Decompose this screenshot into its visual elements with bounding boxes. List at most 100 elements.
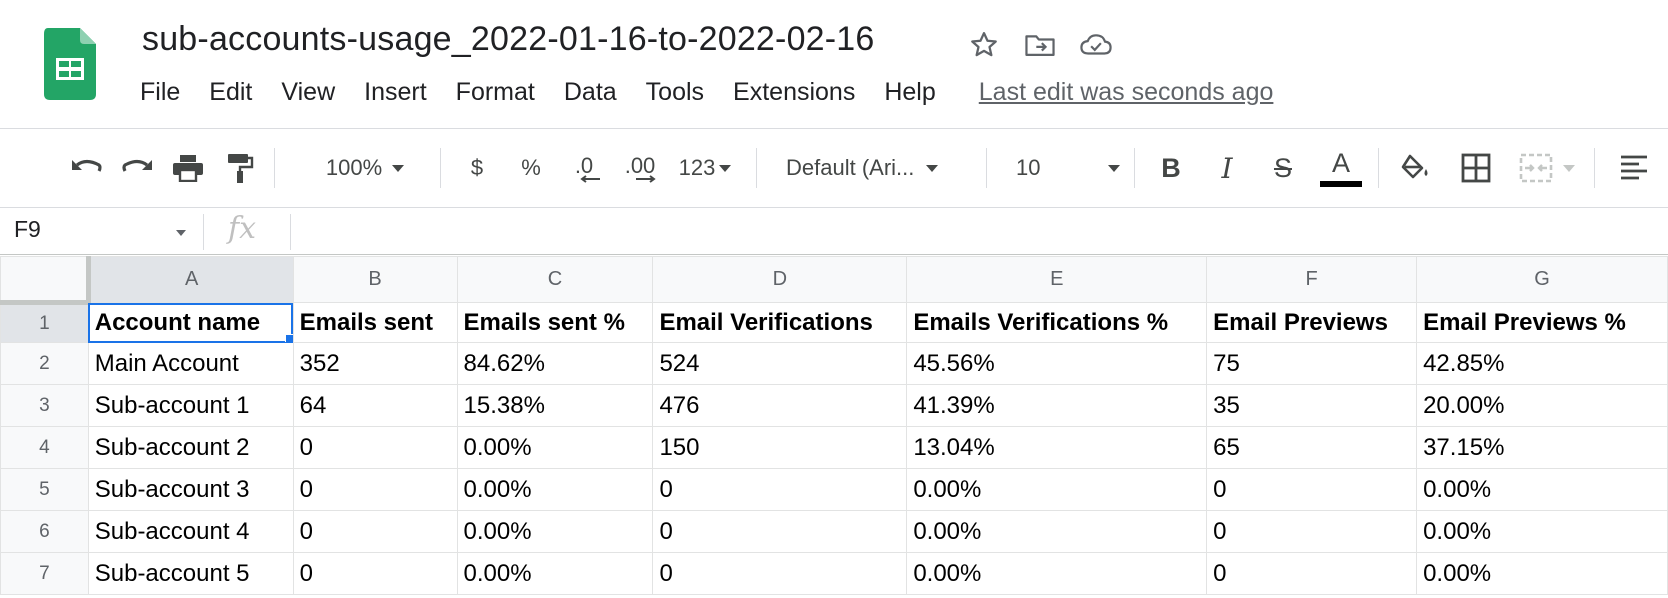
menu-insert[interactable]: Insert <box>364 78 427 107</box>
paint-format-button[interactable] <box>218 130 262 206</box>
cell-b7[interactable]: 0 <box>292 552 458 595</box>
cell-b6[interactable]: 0 <box>292 510 458 553</box>
cell-a6[interactable]: Sub-account 4 <box>87 510 294 553</box>
increase-decimal-button[interactable]: .00 <box>616 130 664 206</box>
last-edit-link[interactable]: Last edit was seconds ago <box>979 78 1274 107</box>
horizontal-align-button[interactable] <box>1612 130 1656 206</box>
cell-e3[interactable]: 41.39% <box>906 384 1208 427</box>
row-header[interactable]: 3 <box>0 384 89 427</box>
cell-e5[interactable]: 0.00% <box>906 468 1208 511</box>
cell-a2[interactable]: Main Account <box>87 342 294 385</box>
bold-button[interactable]: B <box>1150 130 1192 206</box>
cell-f3[interactable]: 35 <box>1206 384 1418 427</box>
decrease-decimal-button[interactable]: .0 <box>562 130 606 206</box>
column-header-c[interactable]: C <box>456 256 654 303</box>
column-header-f[interactable]: F <box>1206 256 1418 303</box>
currency-format-button[interactable]: $ <box>460 130 494 206</box>
cell-a5[interactable]: Sub-account 3 <box>87 468 294 511</box>
cell-b5[interactable]: 0 <box>292 468 458 511</box>
cell-g4[interactable]: 37.15% <box>1416 426 1668 469</box>
column-header-a[interactable]: A <box>87 256 294 303</box>
row-header[interactable]: 4 <box>0 426 89 469</box>
print-button[interactable] <box>166 130 210 206</box>
menu-view[interactable]: View <box>281 78 335 107</box>
column-header-d[interactable]: D <box>652 256 908 303</box>
more-formats-button[interactable]: 123 <box>672 130 738 206</box>
cell-d6[interactable]: 0 <box>652 510 908 553</box>
cell-f6[interactable]: 0 <box>1206 510 1418 553</box>
cell-c6[interactable]: 0.00% <box>456 510 654 553</box>
name-box-chevron-icon[interactable] <box>176 230 186 236</box>
cell-c2[interactable]: 84.62% <box>456 342 654 385</box>
cell-e7[interactable]: 0.00% <box>906 552 1208 595</box>
cell-d4[interactable]: 150 <box>652 426 908 469</box>
cell-e4[interactable]: 13.04% <box>906 426 1208 469</box>
row-header[interactable]: 1 <box>0 302 89 343</box>
zoom-select[interactable]: 100% <box>300 130 430 206</box>
cell-g1[interactable]: Email Previews % <box>1416 302 1668 343</box>
redo-button[interactable] <box>116 130 160 206</box>
cell-c3[interactable]: 15.38% <box>456 384 654 427</box>
name-box[interactable]: F9 <box>14 216 41 243</box>
move-to-folder-icon[interactable] <box>1021 26 1059 64</box>
column-header-b[interactable]: B <box>292 256 458 303</box>
text-color-button[interactable]: A <box>1318 130 1364 206</box>
cell-a7[interactable]: Sub-account 5 <box>87 552 294 595</box>
font-family-select[interactable]: Default (Ari... <box>786 130 972 206</box>
cell-b3[interactable]: 64 <box>292 384 458 427</box>
cell-e1[interactable]: Emails Verifications % <box>906 302 1208 343</box>
fill-handle[interactable] <box>284 334 293 342</box>
menu-data[interactable]: Data <box>564 78 617 107</box>
cell-b1[interactable]: Emails sent <box>292 302 458 343</box>
column-header-e[interactable]: E <box>906 256 1208 303</box>
cell-d1[interactable]: Email Verifications <box>652 302 908 343</box>
sheets-logo-icon[interactable] <box>44 28 96 100</box>
cell-e6[interactable]: 0.00% <box>906 510 1208 553</box>
star-icon[interactable] <box>965 26 1003 64</box>
cell-d5[interactable]: 0 <box>652 468 908 511</box>
menu-edit[interactable]: Edit <box>209 78 252 107</box>
fill-color-button[interactable] <box>1394 130 1438 206</box>
cell-f5[interactable]: 0 <box>1206 468 1418 511</box>
formula-input[interactable] <box>300 214 1660 248</box>
cell-g3[interactable]: 20.00% <box>1416 384 1668 427</box>
cell-f1[interactable]: Email Previews <box>1206 302 1418 343</box>
font-size-select[interactable]: 10 <box>1016 130 1120 206</box>
borders-button[interactable] <box>1454 130 1498 206</box>
cell-f7[interactable]: 0 <box>1206 552 1418 595</box>
document-title[interactable]: sub-accounts-usage_2022-01-16-to-2022-02… <box>142 20 875 59</box>
strikethrough-button[interactable]: S <box>1262 130 1304 206</box>
cell-f2[interactable]: 75 <box>1206 342 1418 385</box>
italic-button[interactable]: I <box>1206 130 1248 206</box>
cell-g7[interactable]: 0.00% <box>1416 552 1668 595</box>
row-header[interactable]: 2 <box>0 342 89 385</box>
row-header[interactable]: 7 <box>0 552 89 595</box>
cell-c1[interactable]: Emails sent % <box>456 302 654 343</box>
cell-d7[interactable]: 0 <box>652 552 908 595</box>
column-header-g[interactable]: G <box>1416 256 1668 303</box>
menu-tools[interactable]: Tools <box>646 78 704 107</box>
cell-c7[interactable]: 0.00% <box>456 552 654 595</box>
cell-a4[interactable]: Sub-account 2 <box>87 426 294 469</box>
percent-format-button[interactable]: % <box>514 130 548 206</box>
cell-g6[interactable]: 0.00% <box>1416 510 1668 553</box>
cell-b4[interactable]: 0 <box>292 426 458 469</box>
cell-c4[interactable]: 0.00% <box>456 426 654 469</box>
row-header[interactable]: 5 <box>0 468 89 511</box>
merge-cells-button[interactable] <box>1512 130 1582 206</box>
cloud-status-icon[interactable] <box>1077 26 1115 64</box>
cell-c5[interactable]: 0.00% <box>456 468 654 511</box>
cell-g2[interactable]: 42.85% <box>1416 342 1668 385</box>
cell-d3[interactable]: 476 <box>652 384 908 427</box>
select-all-corner[interactable] <box>0 256 91 305</box>
cell-f4[interactable]: 65 <box>1206 426 1418 469</box>
menu-help[interactable]: Help <box>884 78 935 107</box>
menu-extensions[interactable]: Extensions <box>733 78 855 107</box>
cell-g5[interactable]: 0.00% <box>1416 468 1668 511</box>
cell-a1[interactable]: Account name <box>87 302 294 343</box>
cell-b2[interactable]: 352 <box>292 342 458 385</box>
row-header[interactable]: 6 <box>0 510 89 553</box>
cell-a3[interactable]: Sub-account 1 <box>87 384 294 427</box>
cell-d2[interactable]: 524 <box>652 342 908 385</box>
cell-e2[interactable]: 45.56% <box>906 342 1208 385</box>
